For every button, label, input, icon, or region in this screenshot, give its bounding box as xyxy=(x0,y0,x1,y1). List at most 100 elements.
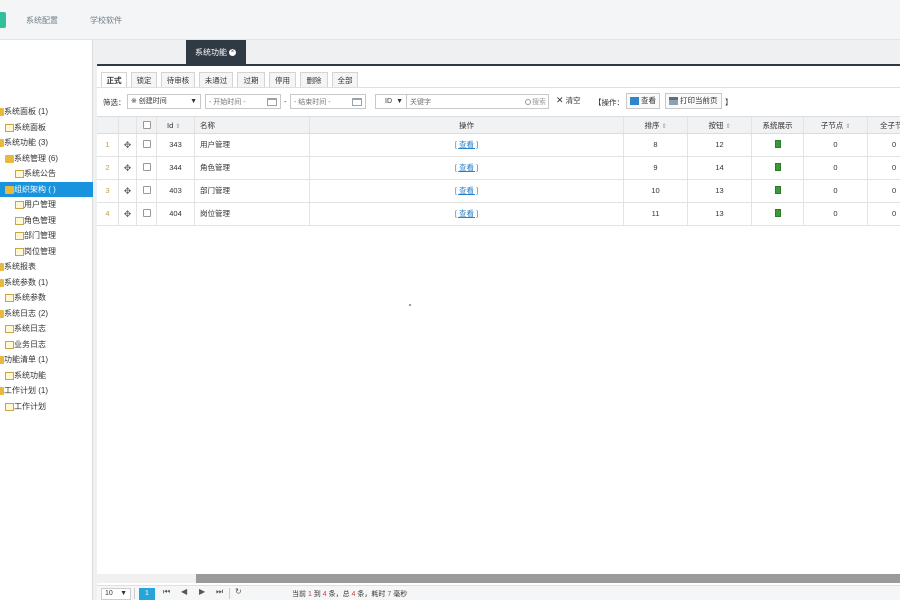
view-link[interactable]: [ 查看 ] xyxy=(455,209,478,218)
document-icon xyxy=(5,402,14,411)
move-cell: ✥ xyxy=(119,134,137,156)
tree-item[interactable]: 业务日志 xyxy=(0,337,93,353)
move-icon[interactable]: ✥ xyxy=(124,180,132,202)
current-page-button[interactable]: 1 xyxy=(139,588,155,600)
tree-item[interactable]: 部门管理 xyxy=(0,228,93,244)
sidebar: 系统面板 (1) 系统面板 系统功能 (3) 系统管理 (6) 系统公告 组织架构 ( )… xyxy=(0,40,93,600)
tree-item[interactable]: 系统功能 (3) xyxy=(0,135,93,151)
name-cell: 岗位管理 xyxy=(195,203,310,225)
next-page-icon[interactable]: ▶ xyxy=(199,587,205,596)
start-date-input[interactable] xyxy=(209,96,265,108)
topnav-item-system-config[interactable]: 系统配置 xyxy=(26,15,58,26)
status-tab-deleted[interactable]: 删除 xyxy=(300,72,328,88)
filter-toolbar: 筛选： ※ 创建时间▼ - ID▼ 搜索 ✕ 清空 【操作： 查看 打印当前页 … xyxy=(97,92,900,112)
row-checkbox[interactable] xyxy=(142,140,151,148)
table-row[interactable]: 1 ✥ 343 用户管理 [ 查看 ] 8 12 0 0 xyxy=(97,134,900,157)
row-checkbox[interactable] xyxy=(142,209,151,217)
status-tab-expired[interactable]: 过期 xyxy=(237,72,265,88)
view-link[interactable]: [ 查看 ] xyxy=(455,140,478,149)
tree-item[interactable]: 系统参数 xyxy=(0,290,93,306)
keyword-input[interactable] xyxy=(410,96,518,108)
tree-item[interactable]: 系统报表 xyxy=(0,259,93,275)
select-cell xyxy=(137,203,157,225)
calendar-icon[interactable] xyxy=(267,98,277,106)
move-icon[interactable]: ✥ xyxy=(124,134,132,156)
keyword-field[interactable]: 搜索 xyxy=(406,94,549,109)
table-row[interactable]: 3 ✥ 403 部门管理 [ 查看 ] 10 13 0 0 xyxy=(97,180,900,203)
clear-button[interactable]: ✕ 清空 xyxy=(553,94,584,109)
header-select-all xyxy=(137,117,157,133)
tree-item[interactable]: 工作计划 (1) xyxy=(0,383,93,399)
last-page-icon[interactable]: ⏭ xyxy=(216,587,223,597)
table-row[interactable]: 2 ✥ 344 角色管理 [ 查看 ] 9 14 0 0 xyxy=(97,157,900,180)
status-tab-all[interactable]: 全部 xyxy=(332,72,358,88)
view-link[interactable]: [ 查看 ] xyxy=(455,163,478,172)
tab-system-function[interactable]: 系统功能 × xyxy=(186,40,246,66)
filter-label: 筛选： xyxy=(103,98,126,107)
previous-page-icon[interactable]: ◀ xyxy=(181,587,187,596)
save-view-icon xyxy=(630,97,639,105)
row-checkbox[interactable] xyxy=(142,186,151,194)
tree-item[interactable]: 工作计划 xyxy=(0,399,93,415)
header-action-label: 操作 xyxy=(459,121,474,130)
document-icon xyxy=(5,371,14,380)
tree-item[interactable]: 功能清单 (1) xyxy=(0,352,93,368)
tree-item[interactable]: 系统面板 (1) xyxy=(0,104,93,120)
operations-open-label: 【操作： xyxy=(594,98,624,107)
tree-item[interactable]: 岗位管理 xyxy=(0,244,93,260)
status-tab-formal[interactable]: 正式 xyxy=(101,72,127,88)
tree-item[interactable]: 系统公告 xyxy=(0,166,93,182)
table-row[interactable]: 4 ✥ 404 岗位管理 [ 查看 ] 11 13 0 0 xyxy=(97,203,900,226)
end-date-field[interactable] xyxy=(290,94,366,109)
horizontal-scrollbar[interactable] xyxy=(97,574,900,583)
header-children[interactable]: 子节点 ⇕ xyxy=(804,117,868,133)
select-all-checkbox[interactable] xyxy=(142,121,151,129)
tree-item[interactable]: 组织架构 ( ) xyxy=(0,181,93,197)
search-button[interactable]: 搜索 xyxy=(525,97,546,107)
action-cell: [ 查看 ] xyxy=(310,134,624,156)
header-id[interactable]: Id ⇕ xyxy=(157,117,195,133)
home-button[interactable] xyxy=(0,12,6,28)
document-icon xyxy=(5,123,14,132)
row-number: 2 xyxy=(97,157,119,179)
print-page-button[interactable]: 打印当前页 xyxy=(665,93,722,109)
topnav-item-school-software[interactable]: 学校软件 xyxy=(90,15,122,26)
page-size-select[interactable]: 10 ▼ xyxy=(101,588,131,600)
header-sort-order[interactable]: 排序 ⇕ xyxy=(624,117,688,133)
tree-item[interactable]: 系统功能 xyxy=(0,368,93,384)
status-tab-pending[interactable]: 待审核 xyxy=(161,72,195,88)
tree-item[interactable]: 系统日志 xyxy=(0,321,93,337)
tree-item[interactable]: 系统参数 (1) xyxy=(0,275,93,291)
tree-item[interactable]: 系统日志 (2) xyxy=(0,306,93,322)
time-field-select[interactable]: ※ 创建时间 ▼ xyxy=(127,94,201,109)
status-tab-rejected[interactable]: 未通过 xyxy=(199,72,233,88)
time-field-value: ※ 创建时间 xyxy=(131,98,167,105)
enabled-icon xyxy=(774,140,781,148)
operations-close-label: 】 xyxy=(725,98,733,107)
status-tab-locked[interactable]: 锁定 xyxy=(131,72,157,88)
view-button[interactable]: 查看 xyxy=(626,93,660,109)
tree-item[interactable]: 角色管理 xyxy=(0,213,93,229)
move-icon[interactable]: ✥ xyxy=(124,157,132,179)
search-label: 搜索 xyxy=(532,99,546,106)
tree-item[interactable]: 用户管理 xyxy=(0,197,93,213)
enabled-icon xyxy=(774,163,781,171)
tree-item[interactable]: 系统管理 (6) xyxy=(0,151,93,167)
header-buttons[interactable]: 按钮 ⇕ xyxy=(688,117,752,133)
status-tab-disabled[interactable]: 停用 xyxy=(269,72,296,88)
calendar-icon[interactable] xyxy=(352,98,362,106)
tree-item[interactable]: 系统面板 xyxy=(0,120,93,136)
view-link[interactable]: [ 查看 ] xyxy=(455,186,478,195)
close-icon[interactable]: × xyxy=(229,49,236,57)
end-date-input[interactable] xyxy=(294,96,350,108)
id-field-select[interactable]: ID ▼ xyxy=(375,94,407,109)
scrollbar-thumb[interactable] xyxy=(196,574,900,583)
children-cell: 0 xyxy=(804,134,868,156)
pager-info-text: 到 xyxy=(311,591,323,598)
start-date-field[interactable] xyxy=(205,94,281,109)
move-icon[interactable]: ✥ xyxy=(124,203,132,225)
row-checkbox[interactable] xyxy=(142,163,151,171)
refresh-icon[interactable]: ↻ xyxy=(235,587,242,596)
page-size-value: 10 xyxy=(105,590,113,597)
first-page-icon[interactable]: ⏮ xyxy=(163,587,170,597)
